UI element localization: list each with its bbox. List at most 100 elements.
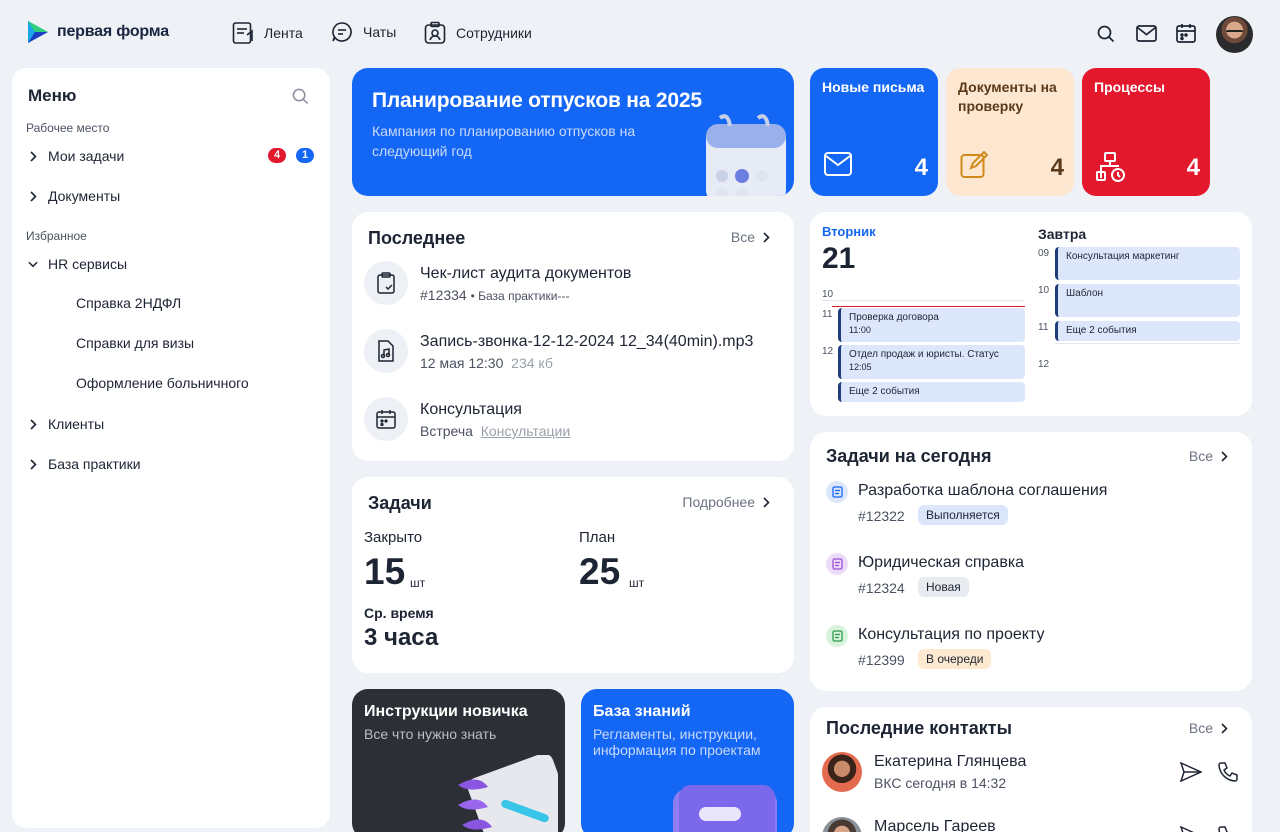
chevron-right-icon <box>1221 722 1228 734</box>
sidebar-item-clients[interactable]: Клиенты <box>28 414 104 434</box>
sidebar-item-documents[interactable]: Документы <box>28 186 120 206</box>
feed-icon <box>232 21 254 45</box>
recent-card: Последнее Все Чек-лист аудита документов… <box>352 212 794 461</box>
sidebar-subitem-2ndfl[interactable]: Справка 2НДФЛ <box>76 295 181 311</box>
sidebar-title: Меню <box>28 86 77 105</box>
task-doc-icon <box>826 481 848 503</box>
sidebar-item-hr[interactable]: HR сервисы <box>28 254 127 274</box>
contact-avatar <box>822 817 862 832</box>
today-weekday: Вторник <box>822 224 876 239</box>
current-time-line <box>832 306 1025 307</box>
sidebar-search-icon[interactable] <box>292 88 309 105</box>
today-tasks-all-link[interactable]: Все <box>1189 448 1228 464</box>
recent-item-title: Чек-лист аудита документов <box>420 265 632 282</box>
calendar-more-events[interactable]: Еще 2 события <box>1055 321 1240 341</box>
badge-red: 4 <box>268 148 286 163</box>
search-icon[interactable] <box>1097 25 1115 43</box>
tile-count: 4 <box>1186 154 1200 181</box>
today-tasks-title: Задачи на сегодня <box>826 446 992 466</box>
plan-value: 25 <box>579 551 621 592</box>
calendar-event[interactable]: Шаблон <box>1055 284 1240 317</box>
calendar-card: Вторник 21 10 11 12 Проверка договора 11… <box>810 212 1252 416</box>
contact-subtitle: ВКС сегодня в 14:32 <box>874 775 1007 791</box>
mail-icon[interactable] <box>1136 25 1157 42</box>
calendar-more-events[interactable]: Еще 2 события <box>838 382 1025 402</box>
tile-new-mail[interactable]: Новые письма 4 <box>810 68 938 196</box>
sidebar-item-label: База практики <box>48 456 141 472</box>
sidebar-subitem-sick-leave[interactable]: Оформление больничного <box>76 375 249 391</box>
send-icon[interactable] <box>1180 762 1202 782</box>
closed-value: 15 <box>364 551 406 592</box>
recent-item-title: Консультация <box>420 401 522 418</box>
section-workplace: Рабочее место <box>26 121 110 135</box>
mail-icon <box>824 152 852 176</box>
section-favorites: Избранное <box>26 229 87 243</box>
hour-label: 12 <box>822 346 834 357</box>
nav-chats[interactable]: Чаты <box>331 21 396 43</box>
tasks-more-link[interactable]: Подробнее <box>682 494 770 510</box>
tile-label: Процессы <box>1094 79 1165 95</box>
hour-label: 11 <box>822 309 833 320</box>
chevron-right-icon <box>28 418 38 430</box>
logo-icon <box>27 20 49 44</box>
task-number: #12324 <box>858 580 905 596</box>
recent-item-type: Встреча <box>420 423 473 439</box>
banner-subtitle: Кампания по планированию отпусков на сле… <box>372 123 636 159</box>
tomorrow-label: Завтра <box>1038 226 1087 242</box>
tile-processes[interactable]: Процессы 4 <box>1082 68 1210 196</box>
chevron-right-icon <box>28 190 38 202</box>
hour-label: 11 <box>1038 322 1049 333</box>
tile-count: 4 <box>1050 154 1064 181</box>
sidebar-subitem-visa[interactable]: Справки для визы <box>76 335 194 351</box>
recent-item-date: 12 мая 12:30 <box>420 355 504 371</box>
sidebar-item-practice[interactable]: База практики <box>28 454 141 474</box>
btile-subtitle: Все что нужно знать <box>364 726 497 742</box>
tile-knowledge-base[interactable]: База знаний Регламенты, инструкции, инфо… <box>581 689 794 832</box>
recent-item-source: • База практики--- <box>470 289 570 303</box>
contacts-all-link[interactable]: Все <box>1189 720 1228 736</box>
hour-label: 10 <box>822 289 834 300</box>
edit-icon <box>960 151 988 179</box>
task-doc-icon <box>826 625 848 647</box>
link-label: Все <box>730 229 755 245</box>
phone-icon[interactable] <box>1218 826 1238 832</box>
book-illustration-icon <box>669 783 779 832</box>
send-icon[interactable] <box>1180 826 1202 832</box>
calendar-icon[interactable] <box>1176 23 1196 43</box>
recent-item-title: Запись-звонка-12-12-2024 12_34(40min).mp… <box>420 333 754 350</box>
tile-docs-review[interactable]: Документы на проверку 4 <box>946 68 1074 196</box>
btile-title: База знаний <box>593 703 691 720</box>
phone-icon[interactable] <box>1218 762 1238 782</box>
chat-icon <box>331 21 353 43</box>
event-title: Еще 2 события <box>1066 325 1137 336</box>
avg-time-value: 3 часа <box>364 624 439 651</box>
nav-feed-label: Лента <box>264 25 303 41</box>
task-number: #12399 <box>858 652 905 668</box>
link-label: Все <box>1188 720 1213 736</box>
contact-name: Екатерина Глянцева <box>874 753 1027 770</box>
sidebar-item-my-tasks[interactable]: Мои задачи <box>28 146 124 166</box>
task-number: #12322 <box>858 508 905 524</box>
logo[interactable]: первая форма <box>27 20 169 44</box>
divider <box>1055 343 1240 344</box>
calendar-event[interactable]: Консультация маркетинг <box>1055 247 1240 280</box>
link-label: Подробнее <box>682 494 755 510</box>
nav-chats-label: Чаты <box>363 24 397 40</box>
nav-feed[interactable]: Лента <box>232 21 303 45</box>
vacation-banner[interactable]: Планирование отпусков на 2025 Кампания п… <box>352 68 794 196</box>
recent-item-meta: Встреча Консультации <box>420 423 570 439</box>
calendar-event[interactable]: Отдел продаж и юристы. Статус 12:05 <box>838 345 1025 379</box>
nav-employees[interactable]: Сотрудники <box>424 21 532 45</box>
contacts-card: Последние контакты Все Екатерина Глянцев… <box>810 707 1252 832</box>
link-label: Все <box>1188 448 1213 464</box>
sidebar-item-label: Мои задачи <box>48 148 125 164</box>
calendar-event[interactable]: Проверка договора 11:00 <box>838 308 1025 342</box>
tile-newbie-guide[interactable]: Инструкции новичка Все что нужно знать <box>352 689 565 832</box>
recent-all-link[interactable]: Все <box>731 229 770 245</box>
task-title: Юридическая справка <box>858 554 1025 571</box>
user-avatar[interactable] <box>1216 16 1253 53</box>
audio-file-icon <box>364 329 408 373</box>
recent-item-link[interactable]: Консультации <box>481 423 570 439</box>
closed-unit: шт <box>410 576 426 590</box>
top-header: первая форма Лента Чаты Сотрудники <box>0 0 1280 68</box>
